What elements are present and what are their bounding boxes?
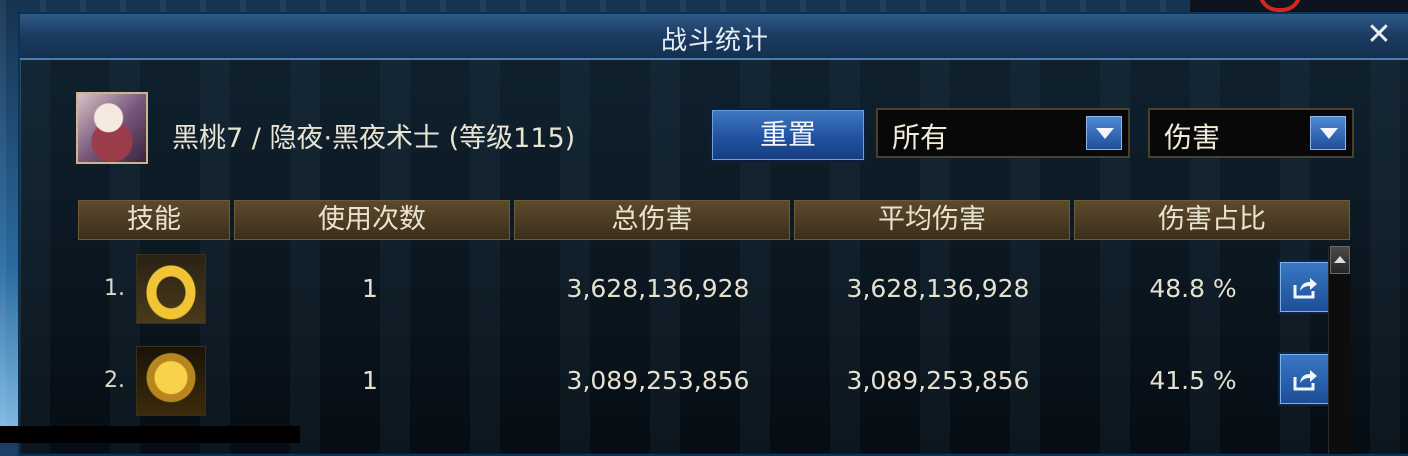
row-damage-share: 41.5 %	[1149, 366, 1237, 395]
header-total-damage[interactable]: 总伤害	[514, 200, 790, 240]
titlebar: 战斗统计 ✕	[20, 14, 1408, 60]
row-rank: 1.	[104, 276, 125, 301]
window-title: 战斗统计	[660, 26, 769, 56]
row-average-damage: 3,089,253,856	[846, 366, 1030, 395]
battle-stats-window: 战斗统计 ✕ 黑桃7 / 隐夜·黑夜术士 (等级115) 重置 所有 伤害 技能…	[18, 12, 1408, 456]
row-uses: 1	[362, 366, 378, 395]
chevron-down-icon[interactable]	[1310, 116, 1346, 150]
target-filter-dropdown[interactable]: 所有	[876, 108, 1130, 158]
row-total-damage: 3,089,253,856	[566, 366, 750, 395]
table-row[interactable]: 2. 1 3,089,253,856 3,089,253,856 41.5 %	[78, 336, 1332, 426]
header-damage-share[interactable]: 伤害占比	[1074, 200, 1350, 240]
table-scrollbar[interactable]	[1328, 246, 1351, 454]
share-icon[interactable]	[1278, 260, 1332, 314]
reset-button[interactable]: 重置	[710, 108, 866, 162]
row-damage-share: 48.8 %	[1149, 274, 1237, 303]
table-body: 1. 1 3,628,136,928 3,628,136,928 48.8 % …	[78, 244, 1332, 454]
avatar	[76, 92, 148, 164]
header-uses[interactable]: 使用次数	[234, 200, 510, 240]
row-uses: 1	[362, 274, 378, 303]
chevron-down-icon[interactable]	[1086, 116, 1122, 150]
type-filter-value: 伤害	[1164, 121, 1221, 154]
table-row[interactable]: 1. 1 3,628,136,928 3,628,136,928 48.8 %	[78, 244, 1332, 334]
header-average-damage[interactable]: 平均伤害	[794, 200, 1070, 240]
close-icon[interactable]: ✕	[1362, 18, 1396, 52]
header-skill[interactable]: 技能	[78, 200, 230, 240]
row-rank: 2.	[104, 368, 125, 393]
golden-beast-skill-icon	[136, 346, 206, 416]
row-average-damage: 3,628,136,928	[846, 274, 1030, 303]
type-filter-dropdown[interactable]: 伤害	[1148, 108, 1354, 158]
golden-ring-skill-icon	[136, 254, 206, 324]
share-icon[interactable]	[1278, 352, 1332, 406]
scroll-up-icon[interactable]	[1330, 246, 1350, 274]
table-header: 技能 使用次数 总伤害 平均伤害 伤害占比	[78, 200, 1354, 240]
target-filter-value: 所有	[892, 121, 949, 154]
bottom-overlay	[0, 426, 300, 443]
row-total-damage: 3,628,136,928	[566, 274, 750, 303]
character-name: 黑桃7 / 隐夜·黑夜术士 (等级115)	[172, 123, 576, 154]
